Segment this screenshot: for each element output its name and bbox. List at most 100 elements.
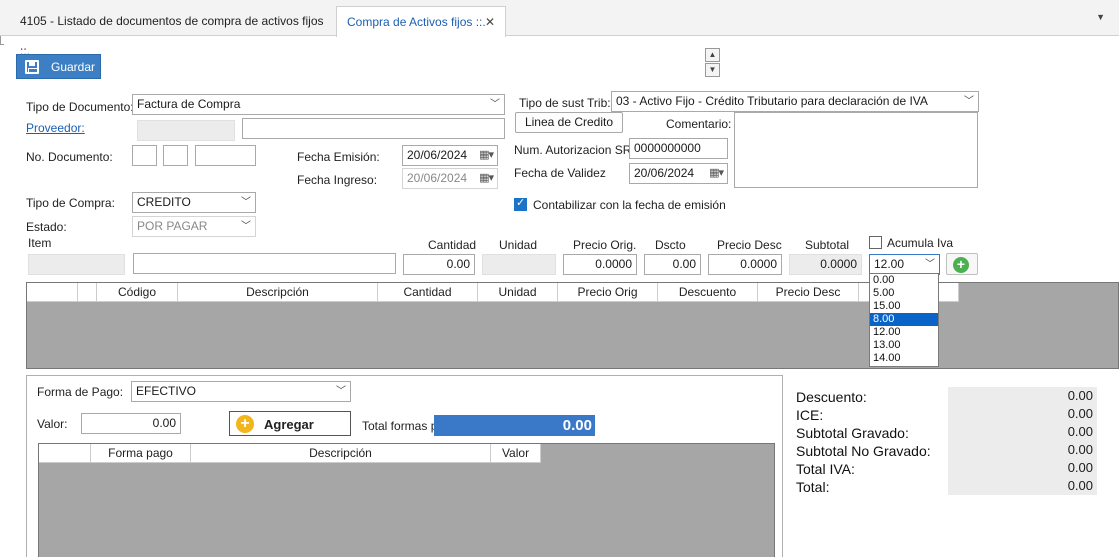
iva-option[interactable]: 5.00 bbox=[870, 287, 938, 300]
total-formas-pago-value: 0.00 bbox=[434, 415, 595, 436]
cantidad-input[interactable]: 0.00 bbox=[403, 254, 475, 275]
iva-selected-value: 12.00 bbox=[874, 257, 905, 271]
summary-value: 0.00 bbox=[948, 441, 1097, 459]
summary-label: Subtotal Gravado: bbox=[796, 425, 909, 441]
payments-grid[interactable]: Forma pago Descripción Valor bbox=[38, 443, 775, 557]
doc-secuencial-field[interactable] bbox=[195, 145, 256, 166]
items-grid[interactable]: Código Descripción Cantidad Unidad Preci… bbox=[26, 282, 1119, 369]
chevron-down-icon[interactable]: ▼ bbox=[1096, 12, 1105, 22]
summary-value: 0.00 bbox=[948, 423, 1097, 441]
forma-pago-label: Forma de Pago: bbox=[37, 385, 124, 399]
calendar-icon: ▦▾ bbox=[479, 172, 494, 184]
subtotal-label: Subtotal bbox=[805, 238, 850, 252]
grid-col-header[interactable]: Unidad bbox=[478, 283, 558, 302]
proveedor-name-field[interactable] bbox=[242, 118, 505, 139]
doc-punto-emision-field[interactable] bbox=[163, 145, 188, 166]
grid-col-header[interactable]: Valor bbox=[491, 444, 541, 463]
forma-pago-select[interactable]: EFECTIVO ﹀ bbox=[131, 381, 351, 402]
summary-row: Total IVA: 0.00 bbox=[789, 459, 1097, 477]
summary-label: Subtotal No Gravado: bbox=[796, 443, 931, 459]
tab-listado[interactable]: 4105 - Listado de documentos de compra d… bbox=[10, 6, 335, 58]
summary-label: Total: bbox=[796, 479, 830, 495]
iva-dropdown-list[interactable]: 0.00 5.00 15.00 8.00 12.00 13.00 14.00 bbox=[869, 273, 939, 367]
item-label: Item bbox=[28, 236, 52, 250]
summary-value: 0.00 bbox=[948, 459, 1097, 477]
precio-desc-value: 0.0000 bbox=[740, 257, 777, 271]
fecha-validez-picker[interactable]: 20/06/2024 ▦▾ bbox=[629, 163, 728, 184]
summary-value: 0.00 bbox=[948, 405, 1097, 423]
grid-col-header[interactable]: Descripción bbox=[191, 444, 491, 463]
chevron-down-icon: ﹀ bbox=[925, 259, 935, 270]
estado-label: Estado: bbox=[26, 220, 67, 234]
subtotal-value: 0.0000 bbox=[820, 257, 857, 271]
agregar-button[interactable]: + Agregar bbox=[229, 411, 351, 436]
contabilizar-checkbox[interactable] bbox=[514, 196, 527, 211]
unidad-label: Unidad bbox=[499, 238, 538, 252]
fecha-emision-label: Fecha Emisión: bbox=[297, 150, 380, 164]
grid-col-header[interactable]: Cantidad bbox=[378, 283, 478, 302]
grid-col-header[interactable]: Descuento bbox=[658, 283, 758, 302]
tab-compra-activos[interactable]: Compra de Activos fijos ::. ✕ bbox=[336, 6, 506, 37]
valor-label: Valor: bbox=[37, 417, 68, 431]
dscto-label: Dscto bbox=[655, 238, 686, 252]
chevron-down-icon: ﹀ bbox=[336, 386, 346, 397]
comentario-textarea[interactable] bbox=[734, 112, 978, 188]
subtotal-field: 0.0000 bbox=[789, 254, 862, 275]
item-description-input[interactable] bbox=[133, 253, 396, 274]
tab-bar: 4105 - Listado de documentos de compra d… bbox=[0, 0, 1119, 58]
doc-establecimiento-field[interactable] bbox=[132, 145, 157, 166]
precio-desc-input[interactable]: 0.0000 bbox=[708, 254, 782, 275]
estado-value: POR PAGAR bbox=[137, 219, 208, 233]
chevron-down-icon: ﹀ bbox=[490, 99, 500, 110]
linea-credito-button[interactable]: Linea de Credito bbox=[515, 112, 623, 133]
num-autorizacion-input[interactable]: 0000000000 bbox=[629, 138, 728, 159]
add-item-button[interactable]: + bbox=[946, 253, 978, 275]
tipo-compra-select[interactable]: CREDITO ﹀ bbox=[132, 192, 256, 213]
fecha-emision-picker[interactable]: 20/06/2024 ▦▾ bbox=[402, 145, 498, 166]
grid-col-header[interactable]: Precio Orig bbox=[558, 283, 658, 302]
fecha-ingreso-value: 20/06/2024 bbox=[407, 171, 468, 185]
valor-input[interactable]: 0.00 bbox=[81, 413, 181, 434]
acumula-iva-label: Acumula Iva bbox=[887, 236, 954, 250]
fecha-emision-value: 20/06/2024 bbox=[407, 148, 468, 162]
iva-option[interactable]: 14.00 bbox=[870, 352, 938, 365]
summary-row: Subtotal Gravado: 0.00 bbox=[789, 423, 1097, 441]
dscto-input[interactable]: 0.00 bbox=[644, 254, 701, 275]
tipo-documento-value: Factura de Compra bbox=[137, 97, 241, 111]
tipo-documento-select[interactable]: Factura de Compra ﹀ bbox=[132, 94, 505, 115]
tipo-compra-label: Tipo de Compra: bbox=[26, 196, 115, 210]
grid-col-header[interactable]: Descripción bbox=[178, 283, 378, 302]
tipo-sust-select[interactable]: 03 - Activo Fijo - Crédito Tributario pa… bbox=[611, 91, 979, 112]
iva-option[interactable]: 15.00 bbox=[870, 300, 938, 313]
arrow-up-icon[interactable]: ▲ bbox=[705, 48, 720, 62]
chevron-down-icon: ﹀ bbox=[964, 96, 974, 107]
summary-row: Descuento: 0.00 bbox=[789, 387, 1097, 405]
summary-row: ICE: 0.00 bbox=[789, 405, 1097, 423]
navigation-spinner: ▲ ▼ bbox=[705, 48, 720, 77]
iva-option-highlighted[interactable]: 8.00 bbox=[870, 313, 938, 326]
item-code-field bbox=[28, 254, 125, 275]
grid-col-header[interactable]: Código bbox=[97, 283, 178, 302]
calendar-icon: ▦▾ bbox=[709, 167, 724, 179]
precio-orig-input[interactable]: 0.0000 bbox=[563, 254, 637, 275]
iva-select[interactable]: 12.00 ﹀ bbox=[869, 254, 940, 275]
grid-col-header[interactable]: Forma pago bbox=[91, 444, 191, 463]
forma-pago-value: EFECTIVO bbox=[136, 384, 197, 398]
tab-compra-label: Compra de Activos fijos ::. bbox=[347, 15, 486, 29]
summary-label: ICE: bbox=[796, 407, 824, 423]
iva-option[interactable]: 12.00 bbox=[870, 326, 938, 339]
no-documento-label: No. Documento: bbox=[26, 150, 113, 164]
grid-col-header bbox=[39, 444, 91, 463]
proveedor-link[interactable]: Proveedor: bbox=[26, 121, 85, 135]
acumula-iva-checkbox[interactable] bbox=[869, 236, 882, 249]
cantidad-value: 0.00 bbox=[446, 257, 470, 271]
save-button[interactable]: Guardar bbox=[16, 54, 101, 79]
payments-grid-header: Forma pago Descripción Valor bbox=[39, 444, 541, 463]
valor-value: 0.00 bbox=[152, 416, 176, 430]
grid-col-header[interactable]: Precio Desc bbox=[758, 283, 859, 302]
iva-option[interactable]: 0.00 bbox=[870, 274, 938, 287]
close-icon[interactable]: ✕ bbox=[485, 7, 495, 37]
iva-option[interactable]: 13.00 bbox=[870, 339, 938, 352]
arrow-down-icon[interactable]: ▼ bbox=[705, 63, 720, 77]
estado-select: POR PAGAR ﹀ bbox=[132, 216, 256, 237]
